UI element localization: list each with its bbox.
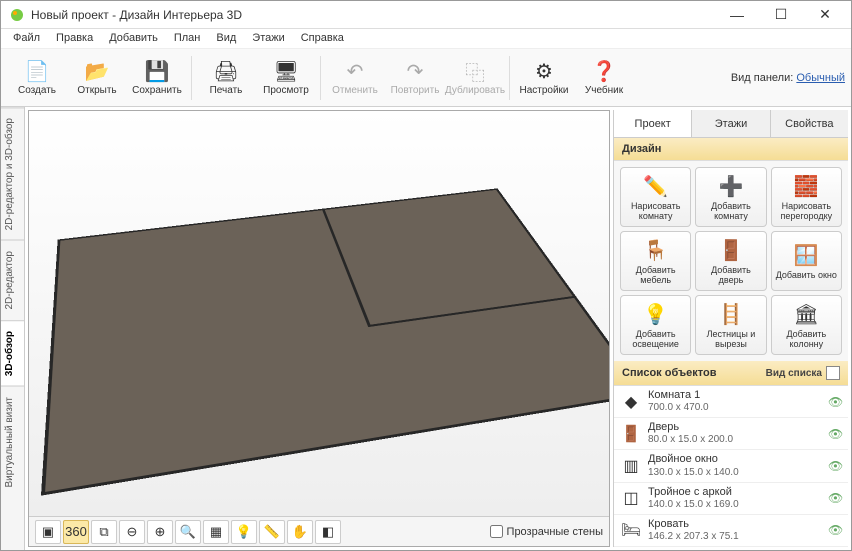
visibility-toggle[interactable]: 👁 [828,427,842,441]
object-list-header: Список объектов Вид списка [614,361,848,386]
vtab-2[interactable]: 3D-обзор [1,320,24,386]
создать-icon: 📄 [25,59,49,83]
visibility-toggle[interactable]: 👁 [828,523,842,537]
viewport-toolbar: ▣360⧉⊖⊕🔍▦💡📏✋◧ Прозрачные стены [29,516,609,546]
tool-отменить: ↶Отменить [325,57,385,98]
menu-вид[interactable]: Вид [210,31,242,46]
action-добавить-комнату[interactable]: ➕Добавить комнату [695,167,766,227]
action-добавить-мебель[interactable]: 🪑Добавить мебель [620,231,691,291]
action-лестницы-и-вырезы[interactable]: 🪜Лестницы и вырезы [695,295,766,355]
ptab-этажи[interactable]: Этажи [692,110,770,137]
design-actions-grid: ✏️Нарисовать комнату➕Добавить комнату🧱На… [614,161,848,361]
action-icon: 🏛 [794,303,818,327]
tool-создать[interactable]: 📄Создать [7,57,67,98]
action-добавить-окно[interactable]: 🪟Добавить окно [771,231,842,291]
tool-печать[interactable]: 🖨Печать [196,57,256,98]
close-button[interactable]: ✕ [803,2,847,28]
vtab-3[interactable]: Виртуальный визит [1,386,24,498]
action-нарисовать-комнату[interactable]: ✏️Нарисовать комнату [620,167,691,227]
design-section-header: Дизайн [614,138,848,161]
window-title: Новый проект - Дизайн Интерьера 3D [31,8,715,22]
toolbar: 📄Создать📂Открыть💾Сохранить🖨Печать🖥Просмо… [1,49,851,107]
transparent-walls-checkbox[interactable]: Прозрачные стены [490,525,603,538]
vertical-tabs: 2D-редактор и 3D-обзор2D-редактор3D-обзо… [1,107,25,550]
view-panel-mode: Вид панели: Обычный [731,72,845,84]
viewbar-measure[interactable]: 📏 [259,520,285,544]
object-item[interactable]: 🚪Дверь80.0 x 15.0 x 200.0👁 [614,418,848,450]
object-list: ◆Комната 1700.0 x 470.0👁🚪Дверь80.0 x 15.… [614,386,848,547]
viewbar-360[interactable]: 360 [63,520,89,544]
открыть-icon: 📂 [85,59,109,83]
tool-учебник[interactable]: ❓Учебник [574,57,634,98]
отменить-icon: ↶ [343,59,367,83]
tool-повторить: ↷Повторить [385,57,445,98]
list-mode-toggle[interactable]: Вид списка [766,366,840,380]
visibility-toggle[interactable]: 👁 [828,459,842,473]
menu-добавить[interactable]: Добавить [103,31,164,46]
настройки-icon: ⚙ [532,59,556,83]
tool-сохранить[interactable]: 💾Сохранить [127,57,187,98]
viewbar-copy[interactable]: ⧉ [91,520,117,544]
view-panel-link[interactable]: Обычный [796,72,845,84]
action-icon: 💡 [644,303,668,327]
object-item[interactable]: ◆Комната 1700.0 x 470.0👁 [614,386,848,418]
action-добавить-колонну[interactable]: 🏛Добавить колонну [771,295,842,355]
action-icon: 🪟 [794,244,818,268]
object-icon: ◆ [620,391,642,413]
visibility-toggle[interactable]: 👁 [828,491,842,505]
menu-этажи[interactable]: Этажи [246,31,290,46]
viewbar-zoom-out[interactable]: ⊖ [119,520,145,544]
viewport-3d[interactable]: ▣360⧉⊖⊕🔍▦💡📏✋◧ Прозрачные стены [28,110,610,547]
action-icon: 🚪 [719,239,743,263]
maximize-button[interactable]: ☐ [759,2,803,28]
menu-справка[interactable]: Справка [295,31,350,46]
tool-просмотр[interactable]: 🖥Просмотр [256,57,316,98]
action-icon: 🧱 [794,175,818,199]
action-icon: ✏️ [644,175,668,199]
сохранить-icon: 💾 [145,59,169,83]
visibility-toggle[interactable]: 👁 [828,395,842,409]
печать-icon: 🖨 [214,59,238,83]
object-item[interactable]: ▥Двойное окно130.0 x 15.0 x 140.0👁 [614,450,848,482]
minimize-button[interactable]: — [715,2,759,28]
object-item[interactable]: ◫Тройное с аркой140.0 x 15.0 x 169.0👁 [614,483,848,515]
action-icon: ➕ [719,175,743,199]
action-нарисовать-перегородку[interactable]: 🧱Нарисовать перегородку [771,167,842,227]
action-добавить-освещение[interactable]: 💡Добавить освещение [620,295,691,355]
viewbar-cube[interactable]: ▣ [35,520,61,544]
ptab-свойства[interactable]: Свойства [771,110,848,137]
app-icon [9,7,25,23]
right-panel: ПроектЭтажиСвойства Дизайн ✏️Нарисовать … [613,110,848,547]
menu-план[interactable]: План [168,31,207,46]
vtab-0[interactable]: 2D-редактор и 3D-обзор [1,107,24,240]
viewbar-light[interactable]: 💡 [231,520,257,544]
action-icon: 🪑 [644,239,668,263]
дублировать-icon: ⿻ [463,59,487,83]
tool-дублировать: ⿻Дублировать [445,57,505,98]
object-item[interactable]: 🛏Кровать146.2 x 207.3 x 75.1👁 [614,515,848,547]
action-добавить-дверь[interactable]: 🚪Добавить дверь [695,231,766,291]
tool-настройки[interactable]: ⚙Настройки [514,57,574,98]
object-icon: ◫ [620,487,642,509]
просмотр-icon: 🖥 [274,59,298,83]
menu-правка[interactable]: Правка [50,31,99,46]
panel-tabs: ПроектЭтажиСвойства [614,110,848,138]
object-icon: 🚪 [620,423,642,445]
object-icon: ▥ [620,455,642,477]
ptab-проект[interactable]: Проект [614,110,692,137]
учебник-icon: ❓ [592,59,616,83]
viewbar-grid[interactable]: ▦ [203,520,229,544]
viewbar-zoom-fit[interactable]: 🔍 [175,520,201,544]
menu-файл[interactable]: Файл [7,31,46,46]
menubar: Файл Правка Добавить ПланВид Этажи Справка [1,29,851,49]
object-icon: 🛏 [620,519,642,541]
scene-3d[interactable] [29,111,609,516]
vtab-1[interactable]: 2D-редактор [1,240,24,320]
повторить-icon: ↷ [403,59,427,83]
tool-открыть[interactable]: 📂Открыть [67,57,127,98]
viewbar-snap[interactable]: ◧ [315,520,341,544]
viewbar-hand[interactable]: ✋ [287,520,313,544]
action-icon: 🪜 [719,303,743,327]
viewbar-zoom-in[interactable]: ⊕ [147,520,173,544]
